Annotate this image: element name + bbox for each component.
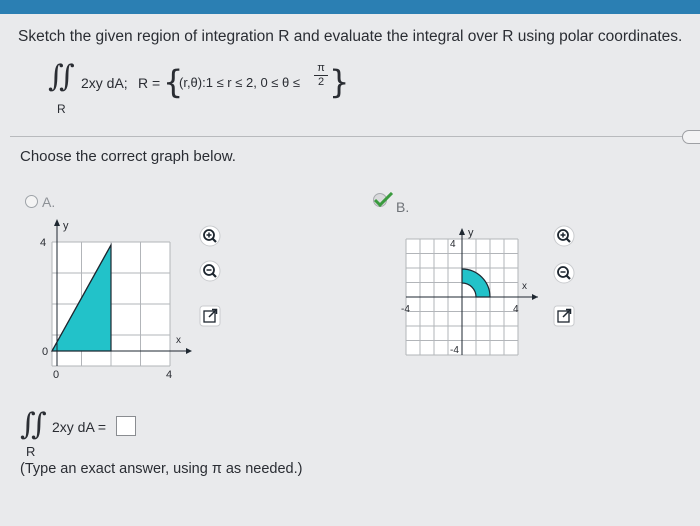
theta-max-denominator: 2	[317, 76, 325, 88]
option-a-label[interactable]: A.	[42, 194, 55, 210]
zoom-out-icon[interactable]	[553, 262, 575, 284]
graph-b-y-top-tick: 4	[450, 239, 456, 250]
top-bar	[0, 0, 700, 14]
graph-b-x-left-tick: -4	[401, 304, 410, 315]
theta-max-numerator: π	[314, 62, 328, 76]
graph-b-x-right-tick: 4	[513, 304, 519, 315]
zoom-in-icon[interactable]	[553, 225, 575, 247]
zoom-in-icon[interactable]	[199, 225, 221, 247]
region-subscript: R	[57, 102, 66, 116]
graph-b-y-bottom-tick: -4	[450, 345, 459, 356]
graph-a-y-label: y	[63, 220, 69, 232]
region-subscript: R	[26, 444, 36, 459]
integral-sign: ∫	[31, 407, 47, 442]
integrand-text: 2xy dA;	[81, 75, 128, 91]
correct-check-icon	[373, 192, 394, 208]
graph-b-y-label: y	[468, 227, 474, 239]
right-brace: }	[329, 63, 350, 101]
answer-integrand: 2xy dA =	[52, 419, 107, 435]
answer-hint: (Type an exact answer, using π as needed…	[20, 461, 303, 477]
answer-input[interactable]	[116, 416, 136, 436]
option-b-graph: y 4 -4 -4 4 x	[401, 227, 538, 356]
expand-icon[interactable]	[199, 305, 221, 327]
option-a-graph: y 4 0 0 4 x	[40, 219, 192, 381]
region-set: (r,θ):1 ≤ r ≤ 2, 0 ≤ θ ≤	[179, 75, 301, 90]
theta-max-fraction: π 2	[314, 62, 328, 89]
graph-a-x-right-tick: 4	[166, 369, 172, 381]
divider	[10, 136, 690, 137]
graph-a-x-zero-tick: 0	[53, 369, 59, 381]
integral-sign: ∫	[59, 59, 75, 94]
question-text: Sketch the given region of integration R…	[18, 28, 683, 45]
option-b-label[interactable]: B.	[396, 199, 409, 215]
graph-a-y-arrow	[54, 219, 60, 226]
integral-setup: ∫ ∫ R 2xy dA; R = { (r,θ):1 ≤ r ≤ 2, 0 ≤…	[48, 58, 368, 118]
graph-b-x-arrow	[532, 294, 538, 300]
zoom-out-icon[interactable]	[199, 260, 221, 282]
option-a-radio[interactable]	[25, 195, 38, 208]
graph-a-x-arrow	[186, 348, 192, 354]
graph-a-x-label: x	[176, 335, 181, 346]
expand-icon[interactable]	[553, 305, 575, 327]
panel-resize-handle[interactable]	[682, 130, 700, 144]
graph-b-x-label: x	[522, 281, 527, 292]
graph-b-y-arrow	[459, 228, 465, 235]
region-prefix: R =	[138, 75, 161, 91]
graph-a-y-top-tick: 4	[40, 237, 46, 249]
graph-a-y-zero-tick: 0	[42, 346, 48, 358]
prompt-text: Choose the correct graph below.	[20, 148, 236, 165]
answer-row: ∫ ∫ R 2xy dA =	[20, 407, 220, 459]
